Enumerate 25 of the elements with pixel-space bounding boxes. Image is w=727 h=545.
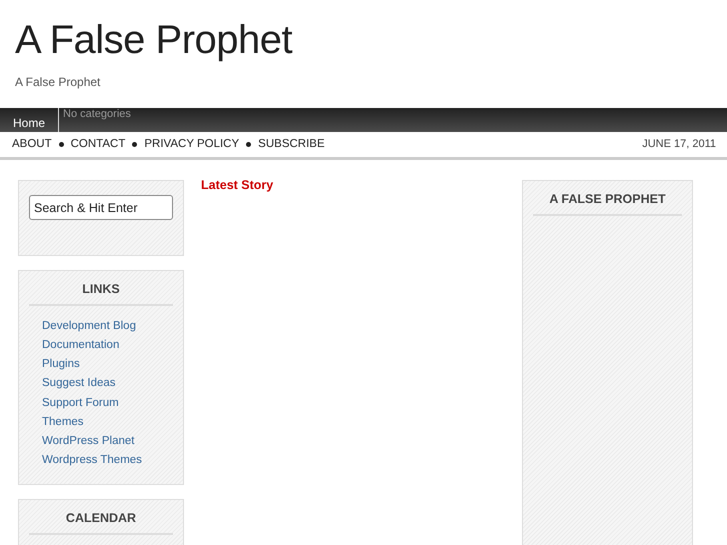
date-text: JUNE 17, 2011 — [642, 137, 716, 152]
site-tagline: A False Prophet — [15, 74, 102, 91]
nav-link[interactable]: CONTACT — [70, 136, 126, 154]
nav-tab[interactable]: Home — [0, 108, 60, 132]
sidebar-link[interactable]: WordPress Planet — [42, 434, 134, 447]
sidebar-link[interactable]: Support Forum — [42, 396, 119, 409]
bullet-icon — [246, 142, 252, 146]
section-heading: Latest Story — [201, 177, 274, 194]
sidebar-link[interactable]: Wordpress Themes — [42, 454, 142, 466]
sidebar-link[interactable]: Suggest Ideas — [42, 377, 116, 390]
nav-link[interactable]: PRIVACY POLICY — [144, 136, 240, 154]
nav-link[interactable]: ABOUT — [12, 136, 52, 154]
sidebar-link[interactable]: Themes — [42, 416, 84, 428]
nav-link[interactable]: SUBSCRIBE — [258, 136, 325, 154]
bullet-icon — [132, 142, 138, 146]
bullet-icon — [58, 142, 64, 146]
sidebar-link[interactable]: Plugins — [42, 358, 80, 370]
widget-title: A FALSE PROPHET — [533, 190, 682, 216]
sidebar-link[interactable]: Documentation — [42, 338, 120, 351]
empty-categories-text: No categories — [63, 107, 131, 122]
widget-title: LINKS — [29, 280, 173, 306]
search-field[interactable]: Search & Hit Enter — [29, 195, 173, 220]
sidebar-link[interactable]: Development Blog — [42, 320, 136, 332]
widget-title: CALENDAR — [29, 509, 173, 536]
site-title[interactable]: A False Prophet — [15, 14, 712, 66]
